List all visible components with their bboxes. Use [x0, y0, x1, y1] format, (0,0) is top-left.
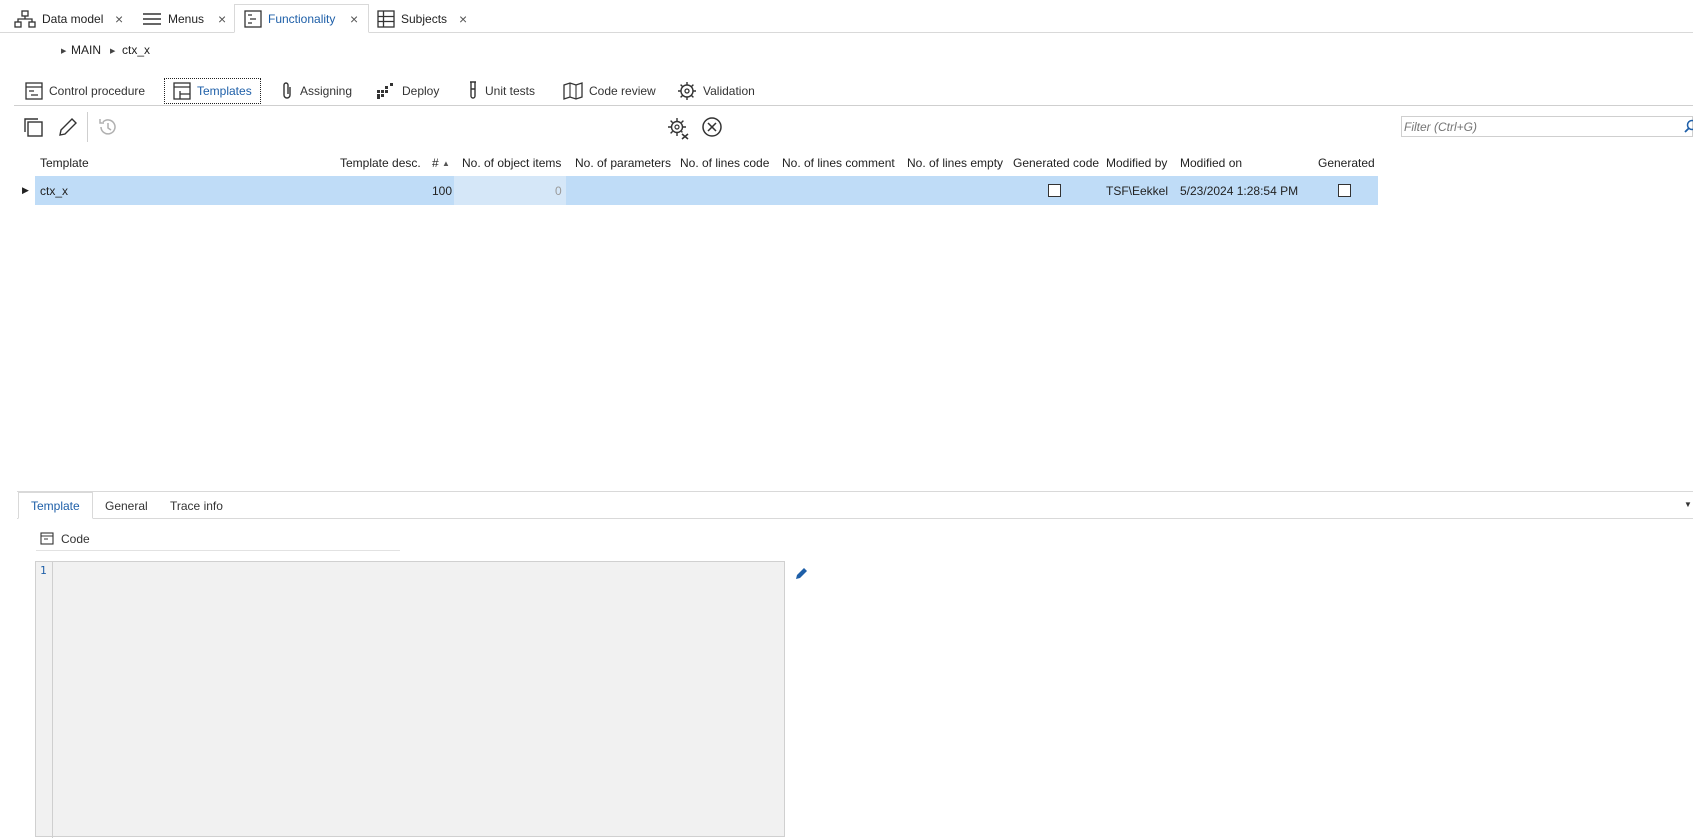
code-editor[interactable]: 1 [35, 561, 785, 837]
detail-tab-trace-info[interactable]: Trace info [170, 492, 223, 519]
doc-tab-subjects[interactable]: Subjects × [377, 4, 447, 33]
cell-template: ctx_x [40, 184, 68, 198]
doc-tab-label: Menus [168, 12, 204, 26]
code-gutter-divider [52, 562, 53, 838]
menu-icon [142, 11, 162, 27]
column-header-template[interactable]: Template [40, 156, 89, 170]
column-header-modified-by[interactable]: Modified by [1106, 156, 1167, 170]
control-procedure-icon [25, 82, 43, 100]
breadcrumb-root[interactable]: MAIN [71, 43, 101, 57]
detail-tab-underline [17, 518, 1693, 519]
close-icon[interactable]: × [350, 11, 358, 27]
readonly-cell [454, 176, 566, 205]
column-header-lines-code[interactable]: No. of lines code [680, 156, 769, 170]
tab-label: Code review [589, 84, 656, 98]
sort-ascending-icon: ▲ [442, 159, 450, 168]
tab-deploy[interactable]: Deploy [376, 78, 439, 104]
tab-templates[interactable]: Templates [164, 78, 261, 104]
doc-tab-functionality[interactable]: Functionality × [234, 4, 369, 33]
detail-tab-general[interactable]: General [105, 492, 148, 519]
column-header-template-desc[interactable]: Template desc. [340, 156, 421, 170]
column-header-parameters[interactable]: No. of parameters [575, 156, 671, 170]
code-section-icon [40, 532, 54, 545]
doc-tab-data-model[interactable]: Data model × [14, 4, 103, 33]
tab-label: Unit tests [485, 84, 535, 98]
code-section-divider [36, 550, 400, 551]
generated-code-checkbox[interactable] [1048, 184, 1061, 197]
column-header-lines-empty[interactable]: No. of lines empty [907, 156, 1003, 170]
column-header-modified-on[interactable]: Modified on [1180, 156, 1242, 170]
cell-modified-on: 5/23/2024 1:28:54 PM [1180, 184, 1298, 198]
tab-assigning[interactable]: Assigning [280, 78, 352, 104]
toolbar-separator [87, 112, 88, 142]
column-header-number[interactable]: # [432, 156, 439, 170]
code-review-icon [563, 82, 583, 100]
doc-tab-label: Data model [42, 12, 103, 26]
tab-label: Trace info [170, 499, 223, 513]
doc-tab-menus[interactable]: Menus × [142, 4, 204, 33]
deploy-icon [376, 82, 396, 100]
grid-icon [377, 10, 395, 28]
column-header-object-items[interactable]: No. of object items [462, 156, 561, 170]
test-tube-icon [467, 81, 479, 101]
cell-modified-by: TSF\Eekkel [1106, 184, 1168, 198]
sitemap-icon [14, 10, 36, 28]
generated-checkbox[interactable] [1338, 184, 1351, 197]
tab-underline-divider [14, 105, 1693, 106]
close-icon[interactable]: × [459, 11, 467, 27]
detail-panel-divider [17, 491, 1693, 492]
tab-label: Control procedure [49, 84, 145, 98]
doc-tab-label: Subjects [401, 12, 447, 26]
column-header-generated[interactable]: Generated [1318, 156, 1375, 170]
document-tab-strip: Data model × Menus × Functionality × Sub… [0, 0, 1693, 33]
cell-object-items: 0 [555, 184, 562, 198]
tab-code-review[interactable]: Code review [563, 78, 656, 104]
tab-unit-tests[interactable]: Unit tests [467, 78, 535, 104]
close-icon[interactable]: × [218, 11, 226, 27]
copy-icon[interactable] [22, 116, 44, 138]
tab-label: General [105, 499, 148, 513]
search-icon[interactable] [1684, 119, 1693, 133]
breadcrumb-current[interactable]: ctx_x [122, 43, 150, 57]
validation-gear-icon [677, 81, 697, 101]
expand-row-icon[interactable]: ▶ [22, 185, 29, 196]
doc-tab-label: Functionality [268, 12, 335, 26]
tab-label: Templates [197, 84, 252, 98]
filter-box [1401, 116, 1693, 137]
breadcrumb-arrow-icon: ▶ [61, 47, 66, 55]
line-number: 1 [40, 564, 47, 577]
edit-pencil-icon[interactable] [57, 116, 79, 138]
tab-label: Template [31, 499, 80, 513]
tab-validation[interactable]: Validation [677, 78, 755, 104]
table-row[interactable] [35, 176, 1378, 205]
cancel-circle-icon[interactable] [701, 116, 723, 138]
paperclip-icon [280, 81, 294, 101]
settings-clear-icon[interactable] [666, 116, 690, 140]
history-icon[interactable] [97, 116, 119, 138]
tab-label: Deploy [402, 84, 439, 98]
filter-input[interactable] [1404, 118, 1674, 135]
edit-code-pencil-icon[interactable] [794, 566, 809, 581]
tab-label: Validation [703, 84, 755, 98]
detail-tab-template[interactable]: Template [18, 492, 93, 519]
breadcrumb-arrow-icon: ▶ [110, 47, 115, 55]
column-header-lines-comment[interactable]: No. of lines comment [782, 156, 895, 170]
column-header-generated-code[interactable]: Generated code [1013, 156, 1099, 170]
templates-icon [173, 82, 191, 100]
tab-label: Assigning [300, 84, 352, 98]
cell-number: 100 [432, 184, 452, 198]
tab-control-procedure[interactable]: Control procedure [25, 78, 145, 104]
collapse-panel-icon[interactable]: ▼ [1684, 500, 1692, 509]
close-icon[interactable]: × [115, 11, 123, 27]
code-section-label: Code [61, 532, 90, 546]
functionality-icon [244, 10, 262, 28]
